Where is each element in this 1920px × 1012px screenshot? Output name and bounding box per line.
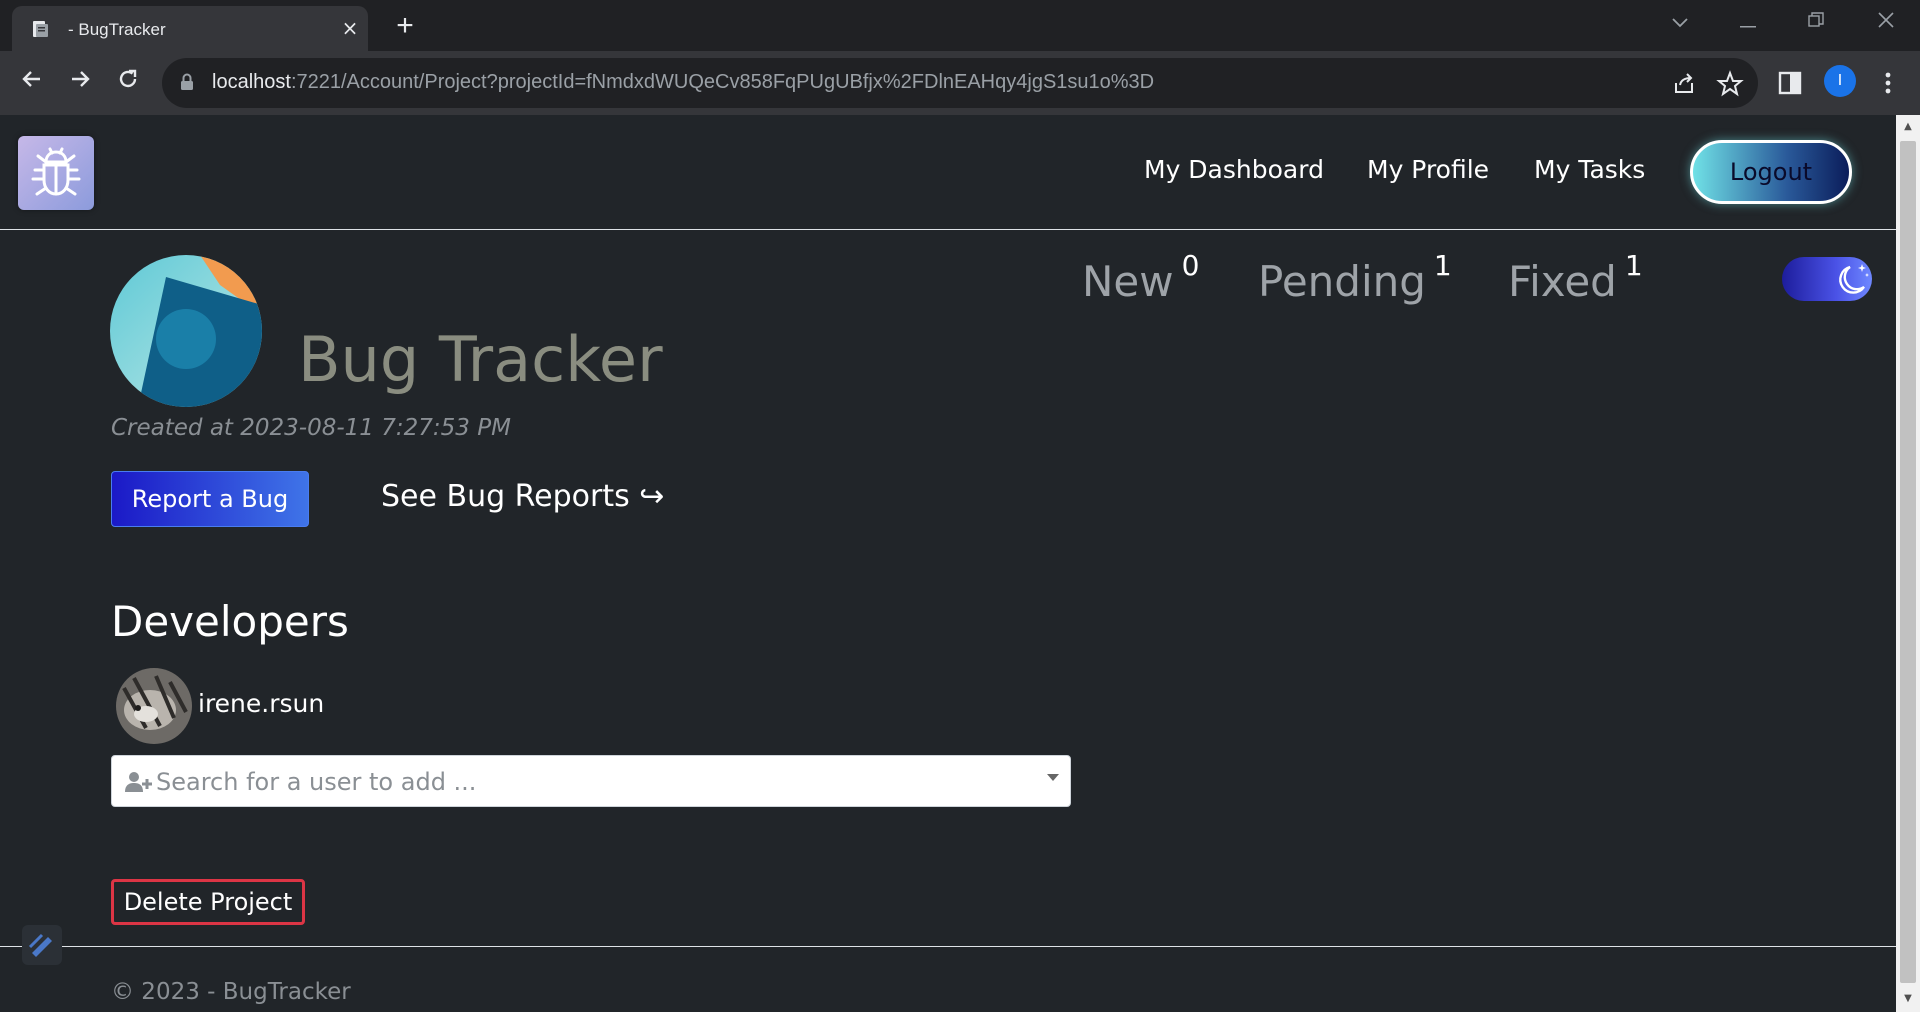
minimize-icon[interactable] <box>1728 6 1768 40</box>
footer-divider <box>0 946 1896 947</box>
star-icon[interactable] <box>1716 70 1744 98</box>
browser-toolbar: localhost:7221/Account/Project?projectId… <box>0 51 1920 115</box>
project-title: Bug Tracker <box>298 323 663 396</box>
stat-fixed-count: 1 <box>1624 249 1643 282</box>
scroll-thumb[interactable] <box>1900 141 1916 983</box>
page-viewport: My Dashboard My Profile My Tasks Logout … <box>0 115 1896 1012</box>
stat-fixed-label: Fixed <box>1508 257 1617 306</box>
stat-pending[interactable]: Pending 1 <box>1258 249 1452 306</box>
kebab-menu-icon[interactable] <box>1872 67 1904 99</box>
moon-stars-icon <box>1839 264 1869 294</box>
avatar <box>116 668 192 744</box>
stat-new-count: 0 <box>1181 249 1200 282</box>
report-bug-button[interactable]: Report a Bug <box>111 471 309 527</box>
page-scrollbar[interactable]: ▲ ▼ <box>1896 115 1920 1012</box>
delete-project-button[interactable]: Delete Project <box>111 879 305 925</box>
dark-mode-toggle[interactable] <box>1782 257 1872 301</box>
developers-heading: Developers <box>111 597 349 646</box>
chevron-down-icon[interactable] <box>1047 774 1059 781</box>
pen-badge-icon[interactable] <box>22 925 62 965</box>
bug-logo-icon <box>31 147 81 196</box>
url-text: localhost:7221/Account/Project?projectId… <box>212 71 1154 94</box>
see-bug-reports-link[interactable]: See Bug Reports ↪ <box>381 479 664 514</box>
url-path: :7221/Account/Project?projectId=fNmdxdWU… <box>290 71 1155 93</box>
tab-search-chevron-icon[interactable] <box>1660 6 1700 40</box>
scroll-down-icon[interactable]: ▼ <box>1902 993 1914 1005</box>
nav-link-profile[interactable]: My Profile <box>1367 155 1489 184</box>
project-logo <box>110 255 262 407</box>
back-arrow-icon[interactable] <box>14 65 50 101</box>
user-search-select[interactable] <box>111 755 1071 807</box>
url-host: localhost <box>212 71 291 93</box>
stat-new-label: New <box>1082 257 1174 306</box>
nav-link-tasks[interactable]: My Tasks <box>1534 155 1645 184</box>
lock-icon[interactable] <box>180 73 194 91</box>
share-icon[interactable] <box>1670 70 1698 98</box>
stat-pending-count: 1 <box>1433 249 1452 282</box>
stat-new[interactable]: New 0 <box>1082 249 1199 306</box>
address-bar[interactable]: localhost:7221/Account/Project?projectId… <box>162 58 1758 108</box>
reload-icon[interactable] <box>110 65 146 101</box>
add-user-icon <box>125 772 152 792</box>
tab-title: - BugTracker <box>68 20 166 39</box>
footer-copyright: © 2023 - BugTracker <box>111 979 351 1005</box>
developer-username[interactable]: irene.rsun <box>198 689 324 718</box>
restore-icon[interactable] <box>1796 6 1836 40</box>
stat-pending-label: Pending <box>1258 257 1426 306</box>
browser-tab-bar: - BugTracker × + <box>0 0 1920 51</box>
browser-tab[interactable]: - BugTracker × <box>12 6 368 51</box>
scroll-up-icon[interactable]: ▲ <box>1902 121 1914 133</box>
brand-logo[interactable] <box>18 136 94 210</box>
document-favicon-icon <box>33 21 48 37</box>
stat-fixed[interactable]: Fixed 1 <box>1508 249 1643 306</box>
close-icon[interactable]: × <box>338 16 362 40</box>
window-close-icon[interactable] <box>1866 6 1906 40</box>
profile-avatar[interactable]: I <box>1824 65 1856 97</box>
nav-link-dashboard[interactable]: My Dashboard <box>1144 155 1324 184</box>
forward-arrow-icon[interactable] <box>62 65 98 101</box>
site-navbar: My Dashboard My Profile My Tasks Logout <box>0 115 1896 230</box>
side-panel-icon[interactable] <box>1774 67 1806 99</box>
logout-button[interactable]: Logout <box>1690 140 1852 204</box>
user-search-input[interactable] <box>156 764 1016 800</box>
created-timestamp: Created at 2023-08-11 7:27:53 PM <box>111 415 511 441</box>
plus-icon[interactable]: + <box>390 11 420 42</box>
